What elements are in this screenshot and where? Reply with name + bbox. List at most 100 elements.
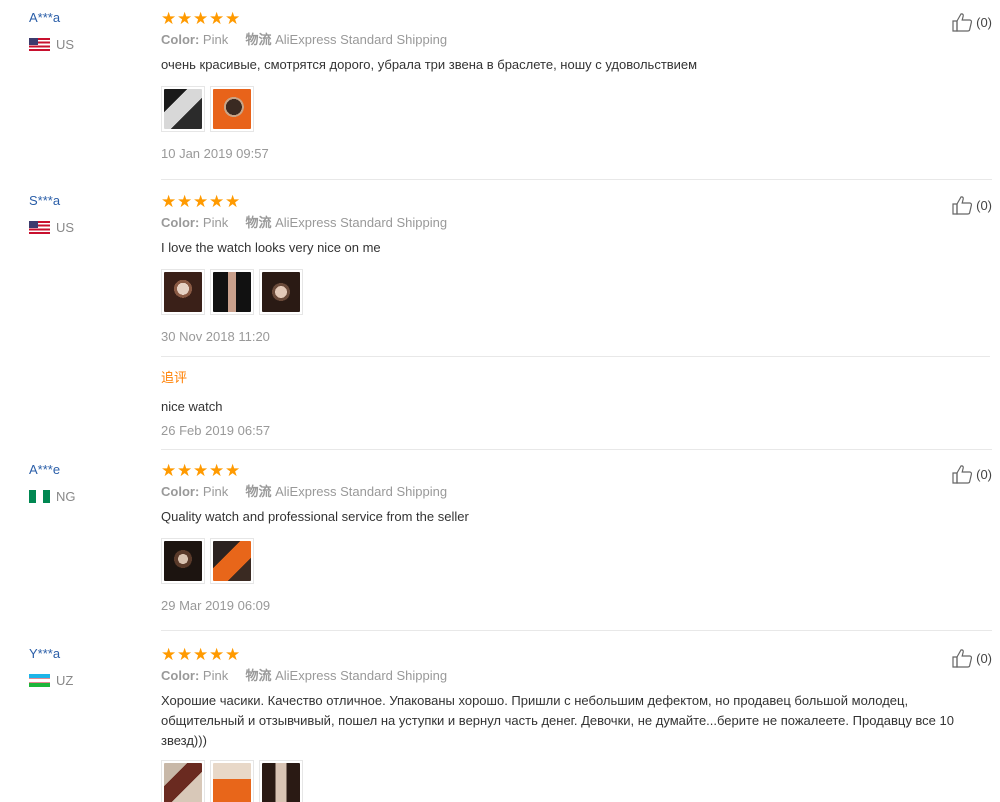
followup-date: 26 Feb 2019 06:57 [161, 423, 271, 438]
thumbs-up-icon [952, 649, 973, 668]
color-value: Pink [202, 32, 229, 47]
reviewer-name[interactable]: A***a [29, 10, 149, 26]
reviewer-name[interactable]: A***e [29, 462, 149, 478]
helpful-count: (0) [976, 466, 992, 482]
star-icon: ★ [177, 9, 193, 28]
helpful-count: (0) [976, 14, 992, 30]
review-photo-thumbnail[interactable] [210, 86, 254, 132]
color-value: Pink [202, 668, 229, 683]
flag-us-icon [29, 38, 50, 51]
reviewer-country: US [29, 37, 149, 52]
review-item: A***e NG ★ ★ ★ ★ ★ Color: Pink 物流 AliExp… [0, 450, 1000, 631]
color-label: Color: [161, 668, 200, 683]
reviewer-country: UZ [29, 673, 149, 688]
reviewer-country: US [29, 220, 149, 235]
review-photo-thumbnail[interactable] [259, 760, 303, 802]
review-date: 10 Jan 2019 09:57 [161, 146, 269, 161]
star-icon: ★ [209, 461, 225, 480]
star-icon: ★ [193, 9, 209, 28]
shipping-label: 物流 [245, 215, 272, 230]
review-photo-thumbnail[interactable] [259, 269, 303, 315]
rating-stars: ★ ★ ★ ★ ★ [161, 646, 990, 663]
review-photo-thumbnail[interactable] [161, 538, 205, 584]
review-photos [161, 86, 990, 132]
star-icon: ★ [161, 461, 177, 480]
color-label: Color: [161, 484, 200, 499]
order-info: Color: Pink 物流 AliExpress Standard Shipp… [161, 31, 990, 49]
order-info: Color: Pink 物流 AliExpress Standard Shipp… [161, 667, 990, 685]
review-photo-thumbnail[interactable] [210, 269, 254, 315]
flag-uz-icon [29, 674, 50, 687]
followup-title: 追评 [161, 370, 188, 385]
flag-ng-icon [29, 490, 50, 503]
order-info: Color: Pink 物流 AliExpress Standard Shipp… [161, 214, 990, 232]
reviewer-info: A***a US [29, 10, 149, 52]
reviewer-info: Y***a UZ [29, 646, 149, 688]
divider [161, 356, 990, 357]
review-photo-thumbnail[interactable] [210, 538, 254, 584]
review-text: Хорошие часики. Качество отличное. Упако… [161, 693, 954, 748]
review-date: 29 Mar 2019 06:09 [161, 598, 271, 613]
shipping-value: AliExpress Standard Shipping [275, 32, 448, 47]
color-value: Pink [202, 484, 229, 499]
review-text: очень красивые, смотрятся дорого, убрала… [161, 57, 698, 72]
review-photo-thumbnail[interactable] [161, 86, 205, 132]
helpful-button[interactable]: (0) [951, 195, 992, 215]
star-icon: ★ [193, 461, 209, 480]
review-body: ★ ★ ★ ★ ★ Color: Pink 物流 AliExpress Stan… [161, 193, 990, 439]
shipping-value: AliExpress Standard Shipping [275, 484, 448, 499]
review-item: A***a US ★ ★ ★ ★ ★ Color: Pink 物流 AliExp… [0, 0, 1000, 180]
order-info: Color: Pink 物流 AliExpress Standard Shipp… [161, 483, 990, 501]
star-icon: ★ [161, 645, 177, 664]
review-item: Y***a UZ ★ ★ ★ ★ ★ Color: Pink 物流 AliExp… [0, 631, 1000, 802]
color-value: Pink [202, 215, 229, 230]
reviewer-name[interactable]: Y***a [29, 646, 149, 662]
review-body: ★ ★ ★ ★ ★ Color: Pink 物流 AliExpress Stan… [161, 462, 990, 614]
star-icon: ★ [209, 192, 225, 211]
color-label: Color: [161, 32, 200, 47]
country-code: UZ [56, 673, 74, 688]
country-code: US [56, 220, 75, 235]
review-photos [161, 269, 990, 315]
rating-stars: ★ ★ ★ ★ ★ [161, 10, 990, 27]
star-icon: ★ [161, 9, 177, 28]
review-body: ★ ★ ★ ★ ★ Color: Pink 物流 AliExpress Stan… [161, 10, 990, 162]
reviewer-info: S***a US [29, 193, 149, 235]
review-text: Quality watch and professional service f… [161, 509, 469, 524]
star-icon: ★ [193, 192, 209, 211]
star-icon: ★ [225, 9, 241, 28]
shipping-label: 物流 [245, 668, 272, 683]
star-icon: ★ [177, 192, 193, 211]
thumbs-up-icon [952, 465, 973, 484]
helpful-button[interactable]: (0) [951, 648, 992, 668]
star-icon: ★ [225, 461, 241, 480]
helpful-count: (0) [976, 197, 992, 213]
review-body: ★ ★ ★ ★ ★ Color: Pink 物流 AliExpress Stan… [161, 646, 990, 802]
helpful-button[interactable]: (0) [951, 12, 992, 32]
star-icon: ★ [209, 9, 225, 28]
star-icon: ★ [177, 461, 193, 480]
review-photo-thumbnail[interactable] [161, 269, 205, 315]
helpful-button[interactable]: (0) [951, 464, 992, 484]
reviewer-info: A***e NG [29, 462, 149, 504]
color-label: Color: [161, 215, 200, 230]
shipping-label: 物流 [245, 32, 272, 47]
reviewer-name[interactable]: S***a [29, 193, 149, 209]
flag-us-icon [29, 221, 50, 234]
followup-text: nice watch [161, 399, 223, 414]
shipping-value: AliExpress Standard Shipping [275, 215, 448, 230]
country-code: US [56, 37, 75, 52]
star-icon: ★ [225, 192, 241, 211]
rating-stars: ★ ★ ★ ★ ★ [161, 193, 990, 210]
review-date: 30 Nov 2018 11:20 [161, 329, 270, 344]
shipping-label: 物流 [245, 484, 272, 499]
review-photo-thumbnail[interactable] [210, 760, 254, 802]
review-photo-thumbnail[interactable] [161, 760, 205, 802]
rating-stars: ★ ★ ★ ★ ★ [161, 462, 990, 479]
shipping-value: AliExpress Standard Shipping [275, 668, 448, 683]
country-code: NG [56, 489, 76, 504]
review-photos [161, 760, 990, 802]
star-icon: ★ [161, 192, 177, 211]
thumbs-up-icon [952, 13, 973, 32]
helpful-count: (0) [976, 650, 992, 666]
